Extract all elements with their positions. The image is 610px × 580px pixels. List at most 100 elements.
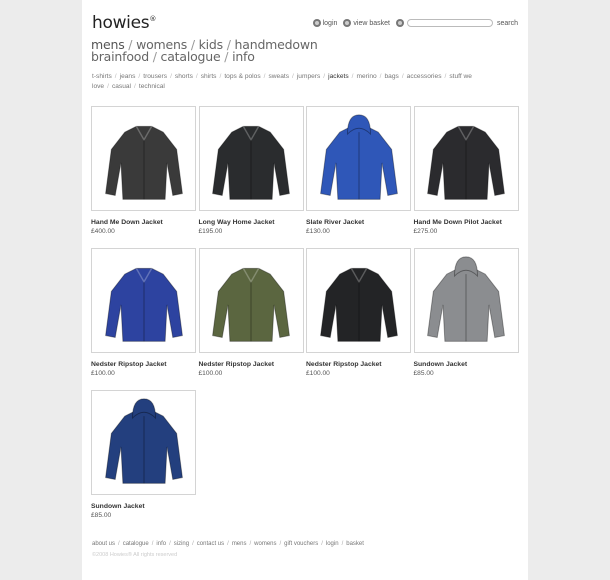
product-name[interactable]: Hand Me Down Pilot Jacket [414,219,519,226]
jacket-image [427,125,505,200]
product-card[interactable]: Sundown Jacket £85.00 [91,390,196,519]
footer-link-womens[interactable]: womens [254,541,276,547]
product-thumbnail[interactable] [198,248,304,353]
category-t-shirts[interactable]: t-shirts [92,73,112,80]
nav-info[interactable]: info [232,49,255,64]
category-bags[interactable]: bags [385,73,399,80]
product-thumbnail[interactable] [91,106,196,211]
product-card[interactable]: Nedster Ripstop Jacket £100.00 [306,248,411,377]
separator: / [192,541,194,547]
copyright: ©2008 Howies® All rights reserved [92,552,178,558]
jacket-image [104,397,183,484]
main-nav: mens / womens / kids / handmedown brainf… [91,37,318,64]
product-card[interactable]: Hand Me Down Jacket £400.00 [91,106,196,235]
category-casual[interactable]: casual [112,83,131,90]
product-price: £130.00 [306,228,330,235]
product-card[interactable]: Nedster Ripstop Jacket £100.00 [91,248,196,377]
brand-logo[interactable]: howies® [92,13,156,33]
footer-link-login[interactable]: login [326,541,339,547]
view-basket-link[interactable]: view basket [353,20,390,27]
login-icon[interactable] [312,19,321,27]
footer-link-basket[interactable]: basket [346,541,364,547]
separator: / [249,541,252,547]
product-price: £100.00 [198,370,223,377]
category-tops-polos[interactable]: tops & polos [224,73,260,80]
product-name[interactable]: Hand Me Down Jacket [91,219,196,226]
category-jeans[interactable]: jeans [120,73,136,80]
footer-link-gift-vouchers[interactable]: gift vouchers [284,541,318,547]
product-card[interactable]: Slate River Jacket £130.00 [306,106,411,235]
product-thumbnail[interactable] [413,106,519,211]
footer-nav: about us / catalogue / info / sizing / contact u… [92,541,364,547]
separator: / [292,73,294,80]
product-card[interactable]: Long Way Home Jacket £195.00 [198,106,304,235]
category-sweats[interactable]: sweats [268,73,289,80]
footer-link-mens[interactable]: mens [232,541,247,547]
separator: / [351,73,354,80]
product-price: £275.00 [413,228,438,235]
basket-icon[interactable] [343,19,352,27]
separator: / [323,73,326,80]
category-shorts[interactable]: shorts [175,73,193,80]
search-button[interactable]: search [497,20,518,27]
product-thumbnail[interactable] [91,390,196,495]
product-price: £85.00 [413,370,434,377]
jacket-image [319,113,398,200]
product-name[interactable]: Sundown Jacket [91,503,196,510]
category-trousers[interactable]: trousers [143,73,167,80]
product-name[interactable]: Slate River Jacket [306,219,411,226]
separator: / [401,73,404,80]
separator: / [279,541,282,547]
product-name[interactable]: Sundown Jacket [414,361,519,368]
category-merino[interactable]: merino [357,73,377,80]
page: howies® login view basket search mens / … [82,0,528,580]
category-shirts[interactable]: shirts [201,73,217,80]
product-thumbnail[interactable] [198,106,304,211]
separator: / [151,541,154,547]
separator: / [379,73,382,80]
nav-catalogue[interactable]: catalogue [161,49,221,64]
product-price: £195.00 [198,228,223,235]
separator: / [263,73,266,80]
product-price: £400.00 [91,228,115,235]
product-thumbnail[interactable] [306,248,411,353]
separator: / [341,541,344,547]
separator: / [227,541,229,547]
separator: / [107,83,109,90]
nav-brainfood[interactable]: brainfood [91,49,149,64]
product-card[interactable]: Nedster Ripstop Jacket £100.00 [198,248,304,377]
product-thumbnail[interactable] [413,248,519,353]
footer-link-contact-us[interactable]: contact us [197,541,224,547]
jacket-image [104,125,183,200]
product-card[interactable]: Hand Me Down Pilot Jacket £275.00 [413,106,519,235]
footer-link-about-us[interactable]: about us [92,541,115,547]
separator: / [195,73,198,80]
search-icon[interactable] [395,19,404,27]
product-price: £85.00 [91,512,112,519]
product-price: £100.00 [306,370,330,377]
login-link[interactable]: login [323,20,338,27]
separator: / [219,73,222,80]
product-card[interactable]: Sundown Jacket £85.00 [413,248,519,377]
footer-link-sizing[interactable]: sizing [174,541,189,547]
product-thumbnail[interactable] [306,106,411,211]
product-name[interactable]: Nedster Ripstop Jacket [91,361,196,368]
product-price: £100.00 [91,370,115,377]
product-name[interactable]: Long Way Home Jacket [199,219,304,226]
search-input[interactable] [406,19,493,27]
product-thumbnail[interactable] [91,248,196,353]
category-accessories[interactable]: accessories [407,73,442,80]
category-jumpers[interactable]: jumpers [297,73,320,80]
separator: / [134,83,136,90]
top-bar: login view basket search [312,19,518,27]
jacket-image [104,267,183,342]
jacket-image [427,255,505,342]
footer-link-catalogue[interactable]: catalogue [123,541,149,547]
product-name[interactable]: Nedster Ripstop Jacket [306,361,411,368]
separator: / [444,73,447,80]
product-name[interactable]: Nedster Ripstop Jacket [199,361,304,368]
category-technical[interactable]: technical [139,83,165,90]
footer-link-info[interactable]: info [156,541,166,547]
jacket-image [212,125,290,200]
category-jackets[interactable]: jackets [328,73,349,80]
